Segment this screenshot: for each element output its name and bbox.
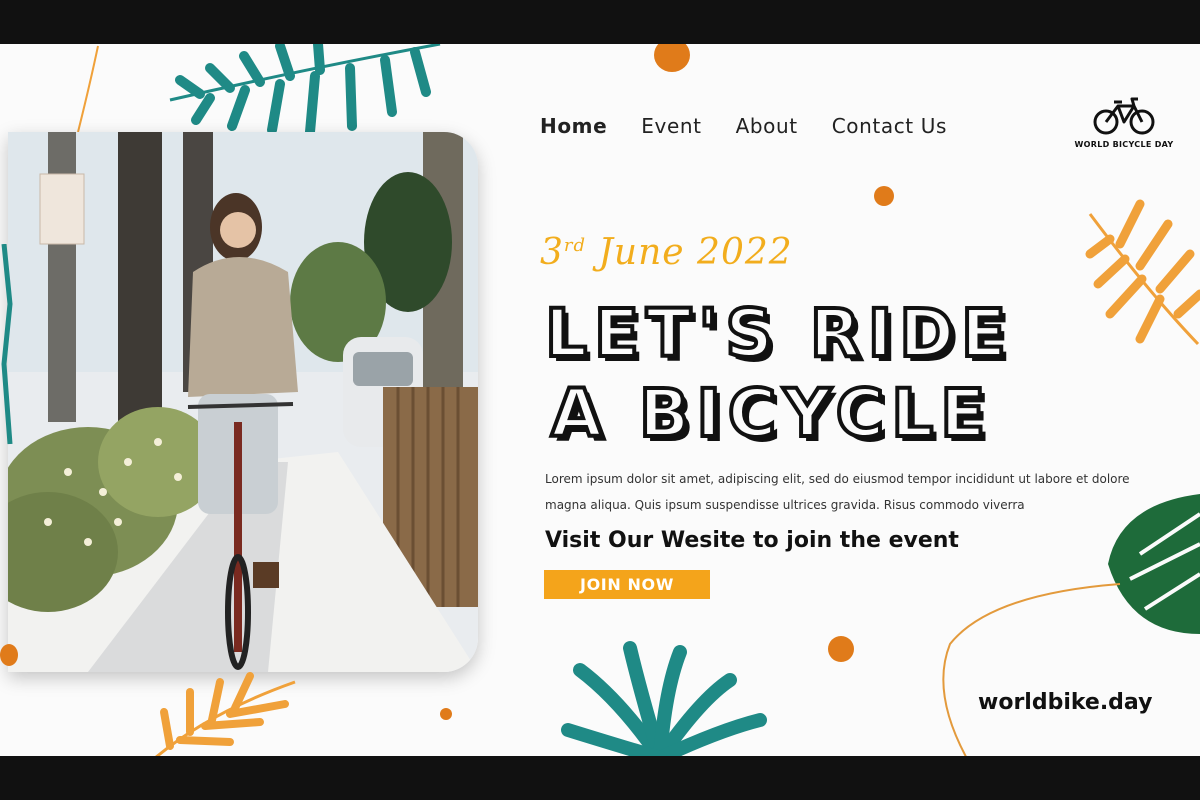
- curve-line-decoration: [77, 45, 99, 133]
- dot-decoration: [0, 644, 18, 666]
- nav-home[interactable]: Home: [540, 114, 607, 138]
- hero-photo-cyclist: [8, 132, 478, 672]
- palm-leaf-gold-bottom-decoration: [155, 672, 296, 756]
- dot-decoration: [874, 186, 894, 206]
- headline-line-2: A BICYCLE: [549, 373, 993, 454]
- dot-decoration: [440, 708, 452, 720]
- cyclist-illustration: [8, 132, 478, 672]
- logo-world-bicycle-day[interactable]: WORLD BICYCLE DAY: [1072, 96, 1176, 149]
- date-month-year: June 2022: [598, 232, 793, 273]
- website-url[interactable]: worldbike.day: [978, 690, 1152, 715]
- bicycle-icon: [1093, 97, 1155, 135]
- dot-decoration: [828, 636, 854, 662]
- join-now-button[interactable]: JOIN NOW: [544, 570, 710, 599]
- headline: LET'S RIDE A BICYCLE: [543, 293, 1145, 454]
- nav-event[interactable]: Event: [641, 114, 701, 138]
- description-text: Lorem ipsum dolor sit amet, adipiscing e…: [545, 472, 1130, 512]
- nav-contact-us[interactable]: Contact Us: [832, 114, 947, 138]
- date-suffix: rd: [563, 235, 587, 256]
- main-nav: Home Event About Contact Us: [540, 114, 947, 138]
- dot-decoration: [654, 44, 690, 72]
- date-day: 3: [540, 232, 564, 273]
- event-date: 3rd June 2022: [540, 232, 793, 273]
- nav-about[interactable]: About: [736, 114, 798, 138]
- headline-line-1: LET'S RIDE: [543, 293, 1014, 374]
- palm-leaf-teal-bottom-decoration: [561, 641, 767, 756]
- page-frame: Home Event About Contact Us WORLD BICYCL…: [0, 44, 1200, 756]
- logo-text: WORLD BICYCLE DAY: [1074, 140, 1174, 149]
- leaf-left-edge-decoration: [1, 244, 13, 445]
- curve-line-decoration: [942, 583, 1121, 756]
- visit-website-text: Visit Our Wesite to join the event: [545, 528, 959, 553]
